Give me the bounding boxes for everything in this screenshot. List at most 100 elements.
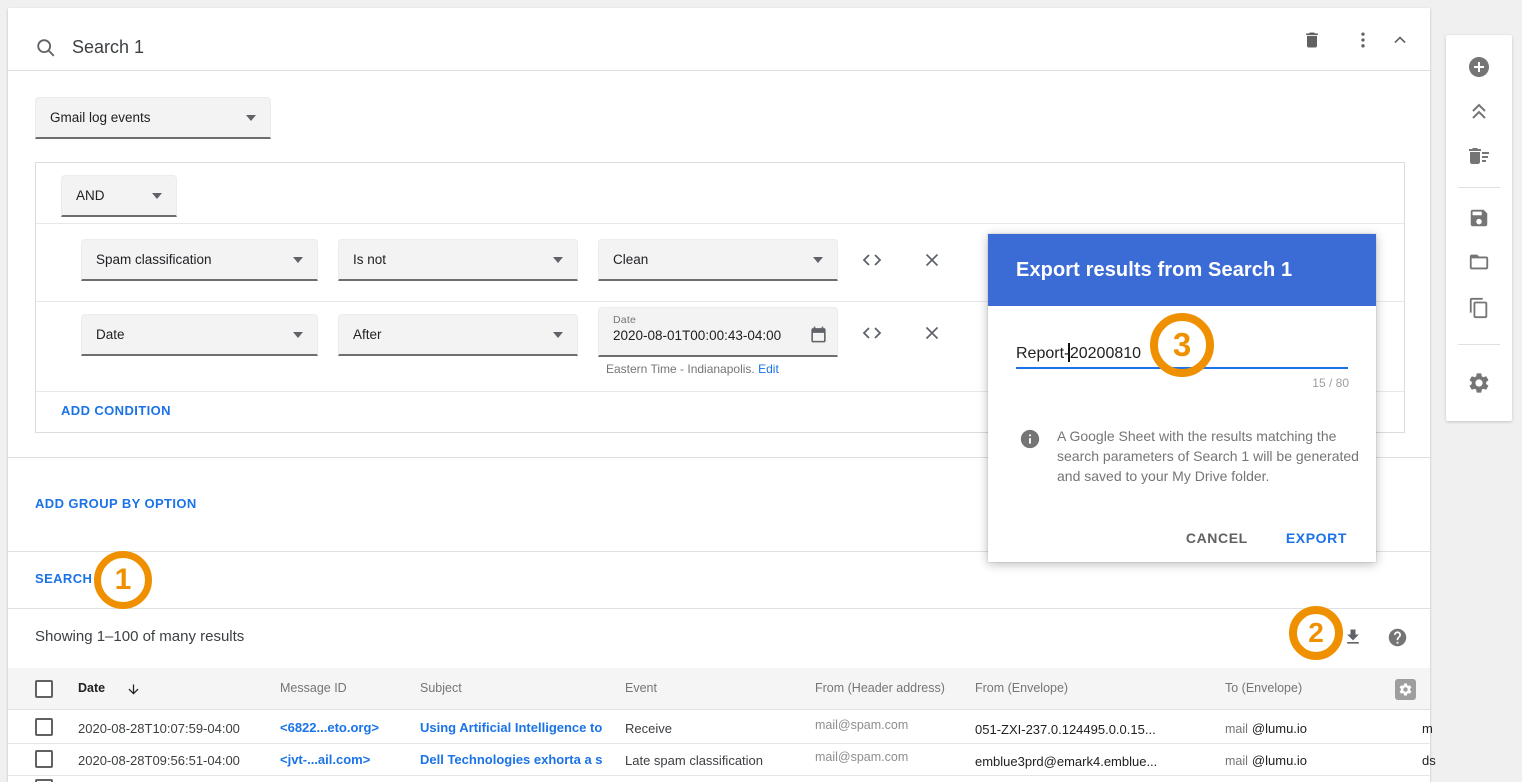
- code-view-icon[interactable]: [860, 321, 884, 345]
- condition2-operator-select[interactable]: After: [338, 314, 578, 356]
- to-envelope-domain: @lumu.io: [1251, 721, 1308, 736]
- chevron-down-icon: [246, 114, 256, 121]
- sort-desc-icon[interactable]: [124, 680, 142, 698]
- cell-clipped: m: [1422, 721, 1433, 736]
- condition1-field-select[interactable]: Spam classification: [81, 239, 318, 281]
- cell-date: 2020-08-28T10:07:59-04:00: [78, 721, 240, 736]
- annotation-step-3: 3: [1150, 313, 1214, 377]
- save-icon[interactable]: [1467, 206, 1491, 230]
- to-envelope-user: mail: [1225, 722, 1248, 736]
- column-header-from-header[interactable]: From (Header address): [815, 681, 945, 695]
- chevron-down-icon: [813, 256, 823, 263]
- annotation-number: 1: [114, 563, 132, 596]
- export-button[interactable]: EXPORT: [1280, 526, 1353, 550]
- clear-searches-icon[interactable]: [1467, 144, 1491, 168]
- row-checkbox[interactable]: [35, 750, 53, 768]
- chevron-down-icon: [553, 331, 563, 338]
- annotation-number: 3: [1172, 326, 1192, 363]
- export-info-text: A Google Sheet with the results matching…: [1057, 428, 1359, 484]
- results-table-header: Date Message ID Subject Event From (Head…: [8, 668, 1430, 710]
- chevron-down-icon: [293, 331, 303, 338]
- collapse-panel-button[interactable]: [1388, 28, 1412, 52]
- cell-message-id-link[interactable]: <jvt-...ail.com>: [280, 752, 370, 767]
- column-header-to-envelope[interactable]: To (Envelope): [1225, 681, 1302, 695]
- code-view-icon[interactable]: [860, 248, 884, 272]
- search-icon: [34, 36, 58, 60]
- condition1-value: Clean: [613, 252, 649, 267]
- export-dialog-title: Export results from Search 1: [1016, 258, 1293, 281]
- help-icon[interactable]: [1385, 625, 1409, 649]
- annotation-number: 2: [1308, 617, 1324, 648]
- export-dialog-header: Export results from Search 1: [988, 234, 1376, 306]
- select-all-checkbox[interactable]: [35, 680, 53, 698]
- copy-icon[interactable]: [1467, 296, 1491, 320]
- filename-input[interactable]: Report-20200810: [1016, 343, 1141, 363]
- calendar-icon[interactable]: [806, 322, 830, 346]
- info-icon: [1018, 427, 1042, 451]
- cell-subject-link[interactable]: Dell Technologies exhorta a s: [420, 752, 603, 767]
- timezone-edit-link[interactable]: Edit: [758, 362, 779, 376]
- cell-event: Late spam classification: [625, 753, 764, 768]
- cell-subject-link[interactable]: Using Artificial Intelligence to: [420, 720, 602, 735]
- remove-condition-icon[interactable]: [920, 248, 944, 272]
- data-source-select[interactable]: Gmail log events: [35, 97, 271, 139]
- annotation-step-2: 2: [1289, 606, 1343, 660]
- cell-from-envelope: 051-ZXI-237.0.124495.0.0.15...: [975, 722, 1156, 737]
- side-toolbar: [1446, 35, 1512, 421]
- cell-from-envelope: emblue3prd@emark4.emblue...: [975, 754, 1158, 769]
- cell-from-header: mail@spam.com: [815, 750, 909, 764]
- add-group-by-button[interactable]: ADD GROUP BY OPTION: [35, 496, 197, 511]
- timezone-text: Eastern Time - Indianapolis.: [606, 362, 755, 376]
- to-envelope-user: mail: [1225, 754, 1248, 768]
- annotation-step-1: 1: [94, 551, 152, 609]
- column-header-date[interactable]: Date: [78, 681, 105, 695]
- download-icon[interactable]: [1341, 625, 1365, 649]
- investigation-page: Search 1 Gmail log events AND Spam class…: [0, 0, 1522, 782]
- column-header-message-id[interactable]: Message ID: [280, 681, 347, 695]
- column-header-from-envelope[interactable]: From (Envelope): [975, 681, 1068, 695]
- add-circle-icon[interactable]: [1467, 55, 1491, 79]
- column-header-subject[interactable]: Subject: [420, 681, 462, 695]
- search-button[interactable]: SEARCH: [35, 571, 92, 586]
- condition1-value-select[interactable]: Clean: [598, 239, 838, 281]
- condition2-date-input[interactable]: Date 2020-08-01T00:00:43-04:00: [598, 307, 838, 357]
- settings-gear-icon[interactable]: [1467, 371, 1491, 395]
- timezone-note: Eastern Time - Indianapolis. Edit: [606, 362, 779, 376]
- more-options-button[interactable]: [1351, 28, 1375, 52]
- date-field-value: 2020-08-01T00:00:43-04:00: [613, 328, 782, 343]
- cell-event: Receive: [625, 721, 672, 736]
- operator-select[interactable]: AND: [61, 175, 177, 217]
- condition2-field-value: Date: [96, 327, 125, 342]
- column-header-event[interactable]: Event: [625, 681, 657, 695]
- condition1-operator-value: Is not: [353, 252, 387, 267]
- chevron-down-icon: [293, 256, 303, 263]
- condition1-operator-select[interactable]: Is not: [338, 239, 578, 281]
- folder-icon[interactable]: [1467, 250, 1491, 274]
- column-settings-icon[interactable]: [1395, 679, 1416, 700]
- date-field-label: Date: [613, 314, 636, 326]
- cell-to-envelope: mail @lumu.io: [1225, 721, 1307, 736]
- data-source-value: Gmail log events: [50, 110, 151, 125]
- cell-from-header: mail@spam.com: [815, 718, 909, 732]
- char-counter: 15 / 80: [1312, 376, 1349, 390]
- filename-after-caret: 20200810: [1069, 345, 1142, 362]
- add-condition-button[interactable]: ADD CONDITION: [61, 403, 171, 418]
- row-checkbox[interactable]: [35, 718, 53, 736]
- condition1-field-value: Spam classification: [96, 252, 212, 267]
- cell-to-envelope: mail @lumu.io: [1225, 753, 1307, 768]
- double-chevron-up-icon[interactable]: [1467, 100, 1491, 124]
- cancel-button[interactable]: CANCEL: [1180, 526, 1254, 550]
- delete-search-button[interactable]: [1300, 28, 1324, 52]
- cell-date: 2020-08-28T09:56:51-04:00: [78, 753, 240, 768]
- remove-condition-icon[interactable]: [920, 321, 944, 345]
- condition2-field-select[interactable]: Date: [81, 314, 318, 356]
- export-dialog: Export results from Search 1 Report-2020…: [988, 234, 1376, 562]
- condition2-operator-value: After: [353, 327, 382, 342]
- results-summary: Showing 1–100 of many results: [35, 628, 245, 645]
- page-title: Search 1: [72, 37, 145, 57]
- operator-value: AND: [76, 188, 105, 203]
- chevron-down-icon: [553, 256, 563, 263]
- cell-message-id-link[interactable]: <6822...eto.org>: [280, 720, 379, 735]
- to-envelope-domain: @lumu.io: [1251, 753, 1308, 768]
- chevron-down-icon: [152, 192, 162, 199]
